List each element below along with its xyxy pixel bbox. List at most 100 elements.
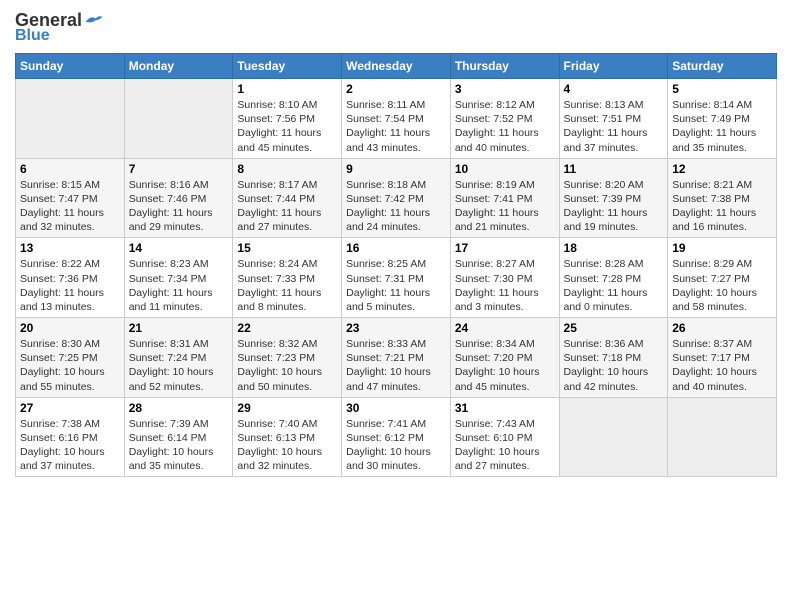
calendar-day-21: 21 Sunrise: 8:31 AM Sunset: 7:24 PM Dayli…: [124, 318, 233, 398]
calendar-week-row: 1 Sunrise: 8:10 AM Sunset: 7:56 PM Daylig…: [16, 79, 777, 159]
weekday-header-monday: Monday: [124, 54, 233, 79]
day-detail: Sunrise: 8:27 AM Sunset: 7:30 PM Dayligh…: [455, 257, 555, 314]
calendar-empty-cell: [16, 79, 125, 159]
calendar-day-29: 29 Sunrise: 7:40 AM Sunset: 6:13 PM Dayli…: [233, 397, 342, 477]
calendar-day-19: 19Sunrise: 8:29 AM Sunset: 7:27 PM Dayli…: [668, 238, 777, 318]
day-detail: Sunrise: 8:17 AM Sunset: 7:44 PM Dayligh…: [237, 178, 337, 235]
day-detail: Sunrise: 8:37 AM Sunset: 7:17 PM Dayligh…: [672, 337, 772, 394]
weekday-header-thursday: Thursday: [450, 54, 559, 79]
calendar-day-5: 5 Sunrise: 8:14 AM Sunset: 7:49 PM Daylig…: [668, 79, 777, 159]
calendar-day-22: 22Sunrise: 8:32 AM Sunset: 7:23 PM Dayli…: [233, 318, 342, 398]
day-number: 30: [346, 401, 446, 415]
day-detail: Sunrise: 8:34 AM Sunset: 7:20 PM Dayligh…: [455, 337, 555, 394]
day-detail: Sunrise: 7:41 AM Sunset: 6:12 PM Dayligh…: [346, 417, 446, 474]
day-detail: Sunrise: 7:38 AM Sunset: 6:16 PM Dayligh…: [20, 417, 120, 474]
calendar-day-17: 17 Sunrise: 8:27 AM Sunset: 7:30 PM Dayli…: [450, 238, 559, 318]
calendar-empty-cell: [668, 397, 777, 477]
calendar-empty-cell: [124, 79, 233, 159]
day-number: 13: [20, 241, 120, 255]
day-number: 9: [346, 162, 446, 176]
day-number: 14: [129, 241, 229, 255]
calendar-week-row: 6 Sunrise: 8:15 AM Sunset: 7:47 PM Daylig…: [16, 158, 777, 238]
day-detail: Sunrise: 8:31 AM Sunset: 7:24 PM Dayligh…: [129, 337, 229, 394]
day-detail: Sunrise: 8:24 AM Sunset: 7:33 PM Dayligh…: [237, 257, 337, 314]
calendar-week-row: 20 Sunrise: 8:30 AM Sunset: 7:25 PM Dayli…: [16, 318, 777, 398]
day-number: 19: [672, 241, 772, 255]
day-number: 23: [346, 321, 446, 335]
day-detail: Sunrise: 8:33 AM Sunset: 7:21 PM Dayligh…: [346, 337, 446, 394]
day-detail: Sunrise: 8:16 AM Sunset: 7:46 PM Dayligh…: [129, 178, 229, 235]
day-number: 4: [564, 82, 664, 96]
calendar-day-7: 7Sunrise: 8:16 AM Sunset: 7:46 PM Daylig…: [124, 158, 233, 238]
calendar-day-6: 6 Sunrise: 8:15 AM Sunset: 7:47 PM Daylig…: [16, 158, 125, 238]
calendar-day-24: 24Sunrise: 8:34 AM Sunset: 7:20 PM Dayli…: [450, 318, 559, 398]
day-number: 12: [672, 162, 772, 176]
calendar-day-12: 12 Sunrise: 8:21 AM Sunset: 7:38 PM Dayli…: [668, 158, 777, 238]
weekday-header-friday: Friday: [559, 54, 668, 79]
calendar-day-1: 1 Sunrise: 8:10 AM Sunset: 7:56 PM Daylig…: [233, 79, 342, 159]
day-number: 11: [564, 162, 664, 176]
day-number: 2: [346, 82, 446, 96]
calendar-header-row: SundayMondayTuesdayWednesdayThursdayFrid…: [16, 54, 777, 79]
day-number: 17: [455, 241, 555, 255]
weekday-header-tuesday: Tuesday: [233, 54, 342, 79]
weekday-header-saturday: Saturday: [668, 54, 777, 79]
day-detail: Sunrise: 8:36 AM Sunset: 7:18 PM Dayligh…: [564, 337, 664, 394]
calendar-day-30: 30 Sunrise: 7:41 AM Sunset: 6:12 PM Dayli…: [342, 397, 451, 477]
calendar-day-15: 15 Sunrise: 8:24 AM Sunset: 7:33 PM Dayli…: [233, 238, 342, 318]
day-detail: Sunrise: 7:40 AM Sunset: 6:13 PM Dayligh…: [237, 417, 337, 474]
calendar-day-20: 20 Sunrise: 8:30 AM Sunset: 7:25 PM Dayli…: [16, 318, 125, 398]
page-header: General Blue: [15, 10, 777, 45]
day-number: 22: [237, 321, 337, 335]
day-detail: Sunrise: 8:15 AM Sunset: 7:47 PM Dayligh…: [20, 178, 120, 235]
day-detail: Sunrise: 8:18 AM Sunset: 7:42 PM Dayligh…: [346, 178, 446, 235]
day-detail: Sunrise: 7:43 AM Sunset: 6:10 PM Dayligh…: [455, 417, 555, 474]
day-detail: Sunrise: 8:19 AM Sunset: 7:41 PM Dayligh…: [455, 178, 555, 235]
day-detail: Sunrise: 8:13 AM Sunset: 7:51 PM Dayligh…: [564, 98, 664, 155]
weekday-header-sunday: Sunday: [16, 54, 125, 79]
day-detail: Sunrise: 8:28 AM Sunset: 7:28 PM Dayligh…: [564, 257, 664, 314]
day-detail: Sunrise: 8:23 AM Sunset: 7:34 PM Dayligh…: [129, 257, 229, 314]
calendar-day-25: 25Sunrise: 8:36 AM Sunset: 7:18 PM Dayli…: [559, 318, 668, 398]
day-number: 8: [237, 162, 337, 176]
logo-blue-text: Blue: [15, 27, 50, 45]
calendar-empty-cell: [559, 397, 668, 477]
calendar-day-14: 14 Sunrise: 8:23 AM Sunset: 7:34 PM Dayli…: [124, 238, 233, 318]
day-detail: Sunrise: 8:30 AM Sunset: 7:25 PM Dayligh…: [20, 337, 120, 394]
calendar-day-28: 28Sunrise: 7:39 AM Sunset: 6:14 PM Dayli…: [124, 397, 233, 477]
day-number: 6: [20, 162, 120, 176]
calendar-day-16: 16 Sunrise: 8:25 AM Sunset: 7:31 PM Dayli…: [342, 238, 451, 318]
day-detail: Sunrise: 8:22 AM Sunset: 7:36 PM Dayligh…: [20, 257, 120, 314]
day-number: 16: [346, 241, 446, 255]
day-detail: Sunrise: 8:10 AM Sunset: 7:56 PM Dayligh…: [237, 98, 337, 155]
day-detail: Sunrise: 8:14 AM Sunset: 7:49 PM Dayligh…: [672, 98, 772, 155]
day-number: 1: [237, 82, 337, 96]
calendar-day-27: 27 Sunrise: 7:38 AM Sunset: 6:16 PM Dayli…: [16, 397, 125, 477]
day-number: 26: [672, 321, 772, 335]
calendar-day-3: 3Sunrise: 8:12 AM Sunset: 7:52 PM Daylig…: [450, 79, 559, 159]
calendar-day-10: 10 Sunrise: 8:19 AM Sunset: 7:41 PM Dayli…: [450, 158, 559, 238]
calendar-week-row: 13 Sunrise: 8:22 AM Sunset: 7:36 PM Dayli…: [16, 238, 777, 318]
calendar-day-11: 11Sunrise: 8:20 AM Sunset: 7:39 PM Dayli…: [559, 158, 668, 238]
day-number: 3: [455, 82, 555, 96]
day-detail: Sunrise: 8:21 AM Sunset: 7:38 PM Dayligh…: [672, 178, 772, 235]
calendar-day-4: 4 Sunrise: 8:13 AM Sunset: 7:51 PM Daylig…: [559, 79, 668, 159]
day-number: 31: [455, 401, 555, 415]
day-number: 10: [455, 162, 555, 176]
calendar-week-row: 27 Sunrise: 7:38 AM Sunset: 6:16 PM Dayli…: [16, 397, 777, 477]
day-detail: Sunrise: 8:25 AM Sunset: 7:31 PM Dayligh…: [346, 257, 446, 314]
calendar-day-13: 13 Sunrise: 8:22 AM Sunset: 7:36 PM Dayli…: [16, 238, 125, 318]
day-number: 21: [129, 321, 229, 335]
calendar-day-8: 8 Sunrise: 8:17 AM Sunset: 7:44 PM Daylig…: [233, 158, 342, 238]
day-number: 29: [237, 401, 337, 415]
day-number: 28: [129, 401, 229, 415]
day-number: 27: [20, 401, 120, 415]
day-number: 18: [564, 241, 664, 255]
calendar-day-23: 23 Sunrise: 8:33 AM Sunset: 7:21 PM Dayli…: [342, 318, 451, 398]
day-number: 20: [20, 321, 120, 335]
day-number: 5: [672, 82, 772, 96]
calendar-day-18: 18 Sunrise: 8:28 AM Sunset: 7:28 PM Dayli…: [559, 238, 668, 318]
day-number: 15: [237, 241, 337, 255]
logo: General Blue: [15, 10, 104, 45]
calendar-day-26: 26 Sunrise: 8:37 AM Sunset: 7:17 PM Dayli…: [668, 318, 777, 398]
